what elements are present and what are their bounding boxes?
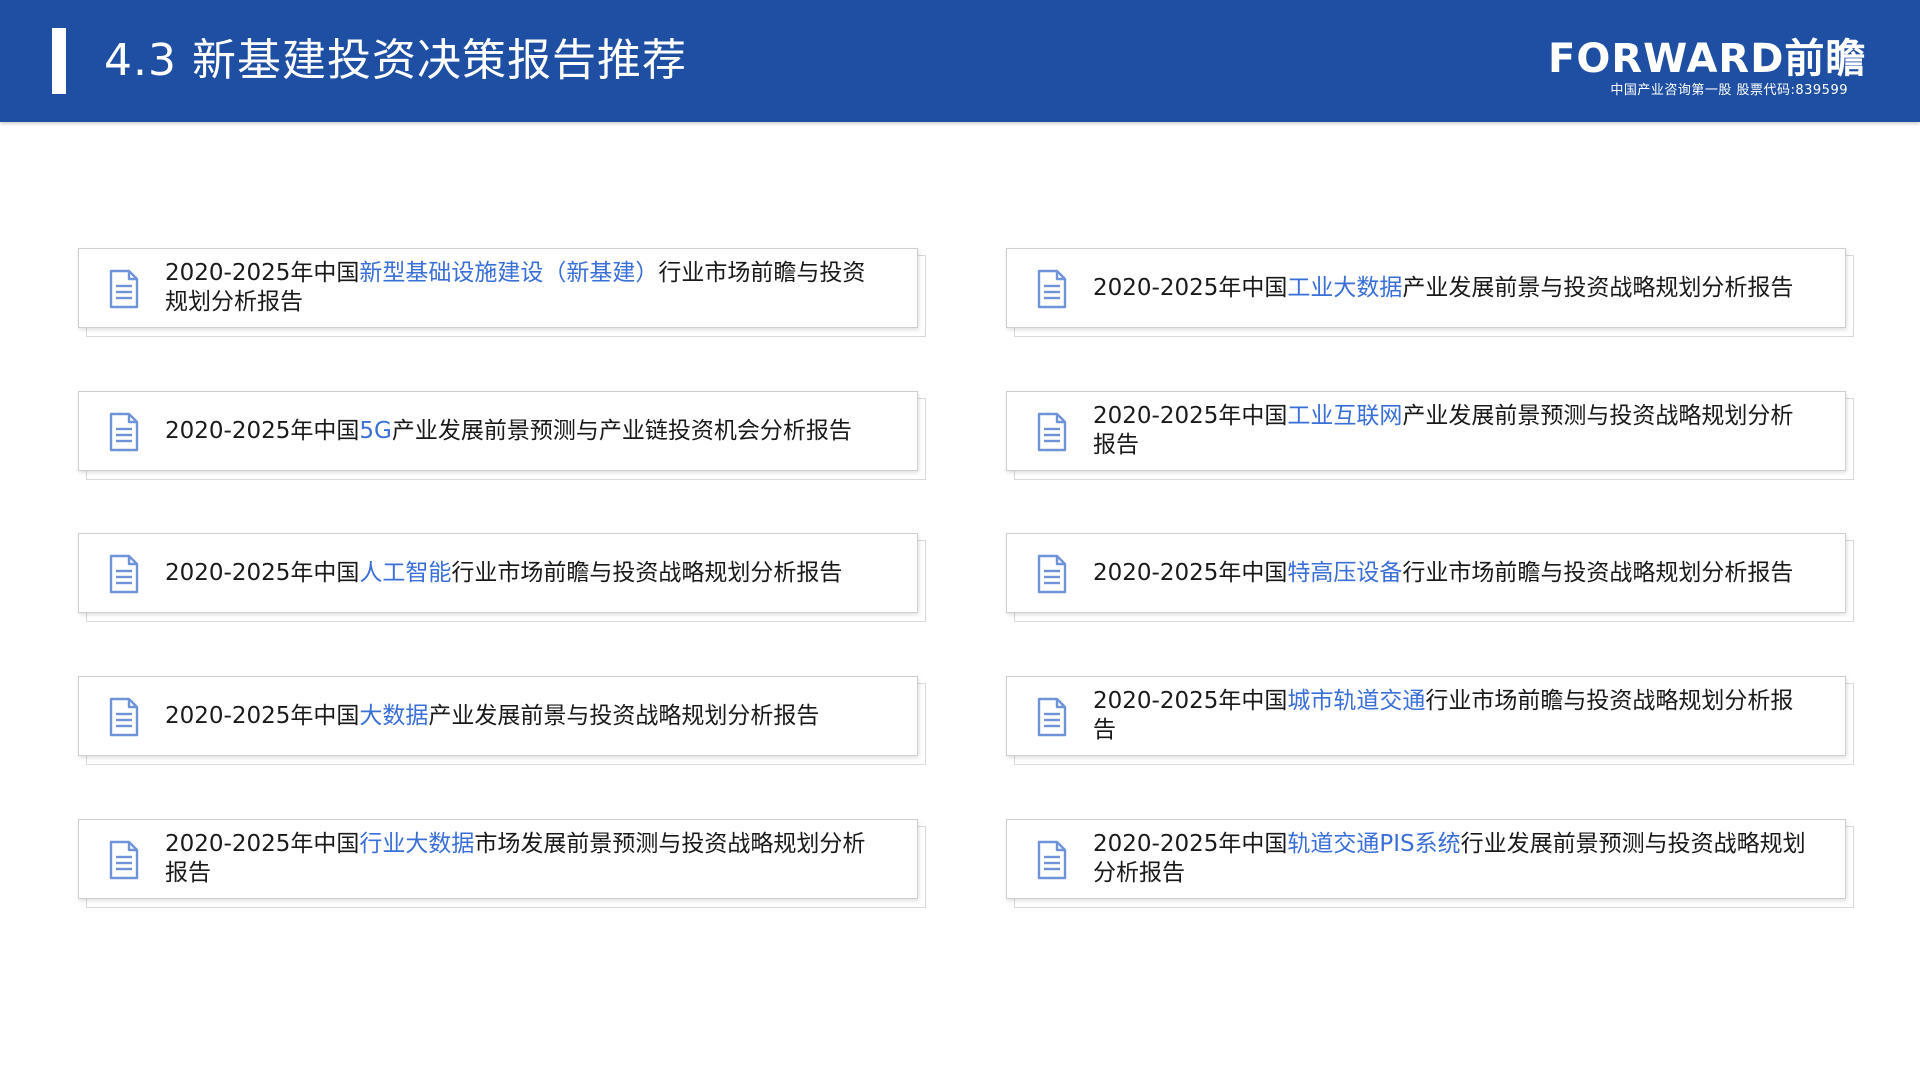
report-highlight: 城市轨道交通 xyxy=(1287,688,1426,714)
document-icon xyxy=(1037,412,1067,452)
report-prefix: 2020-2025年中国 xyxy=(1093,274,1288,301)
report-highlight: 工业大数据 xyxy=(1287,274,1403,301)
report-card[interactable]: 2020-2025年中国行业大数据市场发展前景预测与投资战略规划分析报告 xyxy=(78,819,926,908)
report-suffix: 产业发展前景预测与产业链投资机会分析报告 xyxy=(391,417,852,444)
document-icon xyxy=(109,554,139,594)
report-title: 2020-2025年中国新型基础设施建设（新基建）行业市场前瞻与投资规划分析报告 xyxy=(165,249,885,327)
document-icon xyxy=(109,697,139,737)
report-highlight: 5G xyxy=(359,417,392,444)
report-grid: 2020-2025年中国新型基础设施建设（新基建）行业市场前瞻与投资规划分析报告… xyxy=(0,0,1920,1080)
document-icon xyxy=(1037,554,1067,594)
report-suffix: 产业发展前景与投资战略规划分析报告 xyxy=(428,702,820,729)
report-prefix: 2020-2025年中国 xyxy=(1093,831,1288,857)
report-prefix: 2020-2025年中国 xyxy=(165,260,360,286)
report-prefix: 2020-2025年中国 xyxy=(165,702,360,729)
report-card[interactable]: 2020-2025年中国工业大数据产业发展前景与投资战略规划分析报告 xyxy=(1006,248,1854,337)
report-card[interactable]: 2020-2025年中国人工智能行业市场前瞻与投资战略规划分析报告 xyxy=(78,533,926,622)
document-icon xyxy=(1037,269,1067,309)
report-highlight: 特高压设备 xyxy=(1287,559,1403,586)
document-icon xyxy=(109,412,139,452)
document-icon xyxy=(1037,840,1067,880)
card-body: 2020-2025年中国新型基础设施建设（新基建）行业市场前瞻与投资规划分析报告 xyxy=(78,248,918,328)
report-highlight: 行业大数据 xyxy=(359,831,475,857)
document-icon xyxy=(109,269,139,309)
report-highlight: 新型基础设施建设（新基建） xyxy=(359,260,659,286)
report-prefix: 2020-2025年中国 xyxy=(1093,559,1288,586)
report-prefix: 2020-2025年中国 xyxy=(165,831,360,857)
report-card[interactable]: 2020-2025年中国特高压设备行业市场前瞻与投资战略规划分析报告 xyxy=(1006,533,1854,622)
report-title: 2020-2025年中国特高压设备行业市场前瞻与投资战略规划分析报告 xyxy=(1093,534,1813,612)
report-prefix: 2020-2025年中国 xyxy=(165,559,360,586)
document-icon xyxy=(1037,697,1067,737)
report-highlight: 大数据 xyxy=(359,702,429,729)
report-prefix: 2020-2025年中国 xyxy=(1093,403,1288,429)
card-body: 2020-2025年中国行业大数据市场发展前景预测与投资战略规划分析报告 xyxy=(78,819,918,899)
card-body: 2020-2025年中国城市轨道交通行业市场前瞻与投资战略规划分析报告 xyxy=(1006,676,1846,756)
report-suffix: 产业发展前景与投资战略规划分析报告 xyxy=(1402,274,1794,301)
report-title: 2020-2025年中国工业互联网产业发展前景预测与投资战略规划分析报告 xyxy=(1093,392,1813,470)
card-body: 2020-2025年中国轨道交通PIS系统行业发展前景预测与投资战略规划分析报告 xyxy=(1006,819,1846,899)
report-suffix: 行业市场前瞻与投资战略规划分析报告 xyxy=(1402,559,1794,586)
report-card[interactable]: 2020-2025年中国大数据产业发展前景与投资战略规划分析报告 xyxy=(78,676,926,765)
report-card[interactable]: 2020-2025年中国轨道交通PIS系统行业发展前景预测与投资战略规划分析报告 xyxy=(1006,819,1854,908)
report-suffix: 行业市场前瞻与投资战略规划分析报告 xyxy=(451,559,843,586)
card-body: 2020-2025年中国人工智能行业市场前瞻与投资战略规划分析报告 xyxy=(78,533,918,613)
report-prefix: 2020-2025年中国 xyxy=(1093,688,1288,714)
report-title: 2020-2025年中国行业大数据市场发展前景预测与投资战略规划分析报告 xyxy=(165,820,885,898)
report-title: 2020-2025年中国工业大数据产业发展前景与投资战略规划分析报告 xyxy=(1093,249,1813,327)
report-title: 2020-2025年中国5G产业发展前景预测与产业链投资机会分析报告 xyxy=(165,392,885,470)
report-prefix: 2020-2025年中国 xyxy=(165,417,360,444)
card-body: 2020-2025年中国特高压设备行业市场前瞻与投资战略规划分析报告 xyxy=(1006,533,1846,613)
report-card[interactable]: 2020-2025年中国5G产业发展前景预测与产业链投资机会分析报告 xyxy=(78,391,926,480)
card-body: 2020-2025年中国工业大数据产业发展前景与投资战略规划分析报告 xyxy=(1006,248,1846,328)
report-card[interactable]: 2020-2025年中国工业互联网产业发展前景预测与投资战略规划分析报告 xyxy=(1006,391,1854,480)
report-title: 2020-2025年中国城市轨道交通行业市场前瞻与投资战略规划分析报告 xyxy=(1093,677,1813,755)
report-card[interactable]: 2020-2025年中国城市轨道交通行业市场前瞻与投资战略规划分析报告 xyxy=(1006,676,1854,765)
report-title: 2020-2025年中国人工智能行业市场前瞻与投资战略规划分析报告 xyxy=(165,534,885,612)
report-title: 2020-2025年中国轨道交通PIS系统行业发展前景预测与投资战略规划分析报告 xyxy=(1093,820,1813,898)
report-title: 2020-2025年中国大数据产业发展前景与投资战略规划分析报告 xyxy=(165,677,885,755)
card-body: 2020-2025年中国5G产业发展前景预测与产业链投资机会分析报告 xyxy=(78,391,918,471)
report-highlight: 人工智能 xyxy=(359,559,452,586)
report-highlight: 工业互联网 xyxy=(1287,403,1403,429)
card-body: 2020-2025年中国工业互联网产业发展前景预测与投资战略规划分析报告 xyxy=(1006,391,1846,471)
report-card[interactable]: 2020-2025年中国新型基础设施建设（新基建）行业市场前瞻与投资规划分析报告 xyxy=(78,248,926,337)
report-highlight: 轨道交通PIS系统 xyxy=(1287,831,1461,857)
card-body: 2020-2025年中国大数据产业发展前景与投资战略规划分析报告 xyxy=(78,676,918,756)
document-icon xyxy=(109,840,139,880)
